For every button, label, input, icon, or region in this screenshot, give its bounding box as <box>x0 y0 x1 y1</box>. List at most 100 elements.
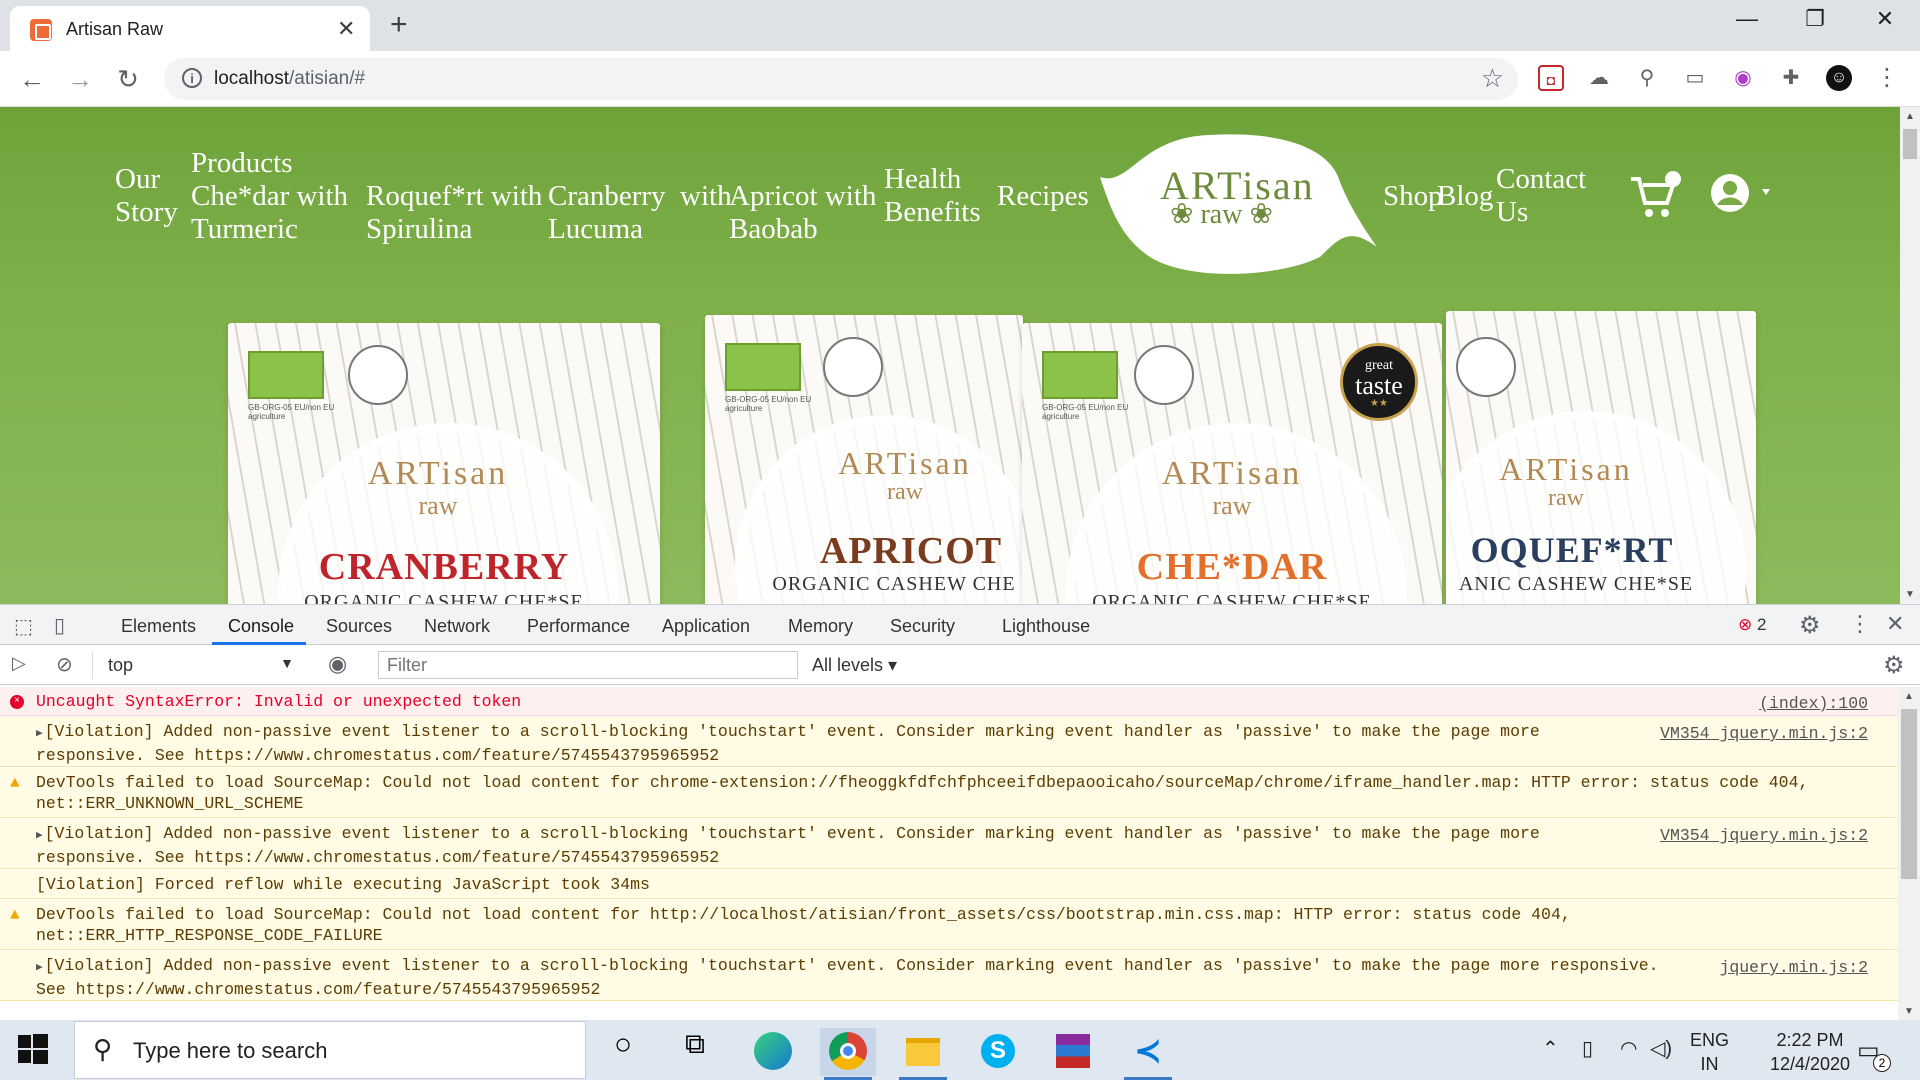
close-devtools-icon[interactable]: ✕ <box>1886 611 1904 637</box>
location-pin-icon[interactable]: ⚲ <box>1634 65 1660 91</box>
tab-security[interactable]: Security <box>890 616 955 637</box>
message-source-link[interactable]: VM354 jquery.min.js:2 <box>1660 723 1868 744</box>
address-bar[interactable]: i localhost/atisian/# ☆ <box>164 58 1518 100</box>
console-filter-input[interactable]: Filter <box>378 651 798 679</box>
arrow-left-icon[interactable]: ← <box>14 61 50 97</box>
expand-triangle-icon[interactable]: ▶ <box>36 728 43 740</box>
close-window-button[interactable]: ✕ <box>1865 6 1905 32</box>
console-message-line: See https://www.chromestatus.com/feature… <box>36 980 601 999</box>
product-box-apricot[interactable]: GB-ORG-05 EU/non EU agriculture ARTisan … <box>705 315 1023 604</box>
browser-tab[interactable]: Artisan Raw ✕ <box>10 6 370 51</box>
nav-contact-line1: Contact <box>1496 163 1587 195</box>
error-counter[interactable]: ⊗ 2 <box>1738 615 1766 635</box>
restore-button[interactable]: ❐ <box>1795 6 1835 32</box>
scroll-down-arrow-icon[interactable]: ▼ <box>1905 589 1915 600</box>
nav-roquefort[interactable]: Roquef*rt with Spirulina <box>366 180 542 246</box>
edge-browser-icon[interactable] <box>745 1028 801 1076</box>
task-view-cortana-icon[interactable]: ○ <box>595 1028 651 1076</box>
clock[interactable]: 2:22 PM 12/4/2020 <box>1760 1028 1860 1076</box>
tab-elements[interactable]: Elements <box>121 616 196 637</box>
pocket-extension-icon[interactable]: ◘ <box>1538 65 1564 91</box>
tab-memory[interactable]: Memory <box>788 616 853 637</box>
shopping-cart-icon[interactable] <box>1627 171 1683 221</box>
puzzle-extensions-icon[interactable]: ✚ <box>1778 65 1804 91</box>
arrow-right-icon[interactable]: → <box>62 61 98 97</box>
chrome-browser-icon[interactable] <box>820 1028 876 1080</box>
tab-close-button[interactable]: ✕ <box>337 16 355 42</box>
broadcast-extension-icon[interactable]: ◉ <box>1730 65 1756 91</box>
tab-network[interactable]: Network <box>424 616 490 637</box>
product-box-roquefort[interactable]: ARTisan raw OQUEF*RT ANIC CASHEW CHE*SE <box>1446 311 1756 604</box>
nav-apricot[interactable]: Apricot with Baobab <box>729 180 876 246</box>
url-text[interactable]: localhost/atisian/# <box>214 68 365 90</box>
message-source-link[interactable]: jquery.min.js:2 <box>1719 957 1868 978</box>
scroll-down-arrow-icon[interactable]: ▼ <box>1904 1006 1914 1017</box>
nav-chedar[interactable]: Che*dar with Turmeric <box>191 180 348 246</box>
tab-console[interactable]: Console <box>228 616 294 637</box>
windows-start-icon[interactable] <box>18 1034 48 1064</box>
console-message[interactable]: ▶ [Violation] Added non-passive event lis… <box>0 717 1898 767</box>
console-message[interactable]: ▲ DevTools failed to load SourceMap: Coul… <box>0 900 1898 950</box>
scroll-up-arrow-icon[interactable]: ▲ <box>1904 691 1914 702</box>
wifi-icon[interactable]: ◠ <box>1620 1036 1637 1061</box>
settings-gear-icon[interactable]: ⚙ <box>1799 611 1821 640</box>
file-explorer-icon[interactable] <box>895 1028 951 1080</box>
nav-products[interactable]: Products <box>191 147 293 180</box>
taskbar-search-box[interactable]: ⚲ Type here to search <box>74 1021 586 1079</box>
console-message[interactable]: ▲ DevTools failed to load SourceMap: Coul… <box>0 768 1898 818</box>
volume-icon[interactable]: ◁) <box>1650 1036 1672 1061</box>
info-icon[interactable]: i <box>182 68 202 88</box>
reload-icon[interactable]: ↻ <box>110 61 146 97</box>
vscode-icon[interactable]: ≺ <box>1120 1028 1176 1080</box>
devtools-menu-icon[interactable]: ⋮ <box>1849 611 1871 637</box>
message-source-link[interactable]: (index):100 <box>1759 693 1868 714</box>
console-message[interactable]: [Violation] Forced reflow while executin… <box>0 870 1898 899</box>
inspect-element-icon[interactable]: ⬚ <box>14 614 33 639</box>
device-toolbar-icon[interactable]: ▯ <box>54 613 65 638</box>
nav-our-story[interactable]: Our Story <box>115 163 178 229</box>
page-scroll-thumb[interactable] <box>1903 129 1917 159</box>
console-message[interactable]: ▶ [Violation] Added non-passive event lis… <box>0 951 1898 1001</box>
winrar-icon[interactable] <box>1045 1028 1101 1076</box>
console-settings-icon[interactable]: ⚙ <box>1883 651 1905 680</box>
tab-lighthouse[interactable]: Lighthouse <box>1002 616 1090 637</box>
tab-performance[interactable]: Performance <box>527 616 630 637</box>
nav-shop[interactable]: Shop <box>1383 180 1443 213</box>
nav-recipes[interactable]: Recipes <box>997 180 1089 213</box>
context-selector[interactable]: top ▼ <box>92 651 302 679</box>
language-indicator[interactable]: ENG IN <box>1690 1028 1729 1076</box>
expand-triangle-icon[interactable]: ▶ <box>36 830 43 842</box>
nav-blog[interactable]: Blog <box>1437 180 1493 213</box>
device-icon[interactable]: ▯ <box>1582 1036 1593 1061</box>
new-tab-button[interactable]: + <box>390 8 408 42</box>
nav-health-benefits[interactable]: Health Benefits <box>884 163 981 229</box>
chevron-up-icon[interactable]: ⌃ <box>1542 1036 1559 1061</box>
expand-triangle-icon[interactable]: ▶ <box>36 962 43 974</box>
product-box-cranberry[interactable]: GB-ORG-05 EU/non EU agriculture ARTisan … <box>228 323 660 604</box>
profile-avatar-icon[interactable]: ☺ <box>1826 65 1852 91</box>
star-icon[interactable]: ☆ <box>1481 63 1504 94</box>
message-source-link[interactable]: VM354 jquery.min.js:2 <box>1660 825 1868 846</box>
eye-icon[interactable]: ◉ <box>328 651 347 677</box>
console-message[interactable]: × Uncaught SyntaxError: Invalid or unexpe… <box>0 687 1898 716</box>
cast-icon[interactable]: ▭ <box>1682 65 1708 91</box>
nav-contact[interactable]: Contact Us <box>1496 163 1586 229</box>
tab-sources[interactable]: Sources <box>326 616 392 637</box>
logo-sub: ❀ raw ❀ <box>1170 199 1273 230</box>
tab-application[interactable]: Application <box>662 616 750 637</box>
user-account-icon[interactable] <box>1710 173 1780 219</box>
skype-icon[interactable]: S <box>970 1028 1026 1076</box>
cloud-extension-icon[interactable]: ☁ <box>1586 65 1612 91</box>
kebab-menu-icon[interactable]: ⋮ <box>1874 65 1900 91</box>
sidebar-toggle-icon[interactable]: ▷ <box>12 653 26 674</box>
log-levels-dropdown[interactable]: All levels ▾ <box>812 655 897 676</box>
console-message[interactable]: ▶ [Violation] Added non-passive event lis… <box>0 819 1898 869</box>
nav-cranberry[interactable]: Cranberry with Lucuma <box>548 180 732 246</box>
minimize-button[interactable]: — <box>1727 6 1767 32</box>
scroll-up-arrow-icon[interactable]: ▲ <box>1905 111 1915 122</box>
console-scroll-thumb[interactable] <box>1901 709 1917 879</box>
task-view-icon[interactable]: ⧉ <box>667 1028 723 1076</box>
clear-console-icon[interactable]: ⊘ <box>56 652 73 677</box>
page-scrollbar[interactable]: ▲ ▼ <box>1900 107 1920 604</box>
console-scrollbar[interactable]: ▲ ▼ <box>1898 687 1920 1021</box>
